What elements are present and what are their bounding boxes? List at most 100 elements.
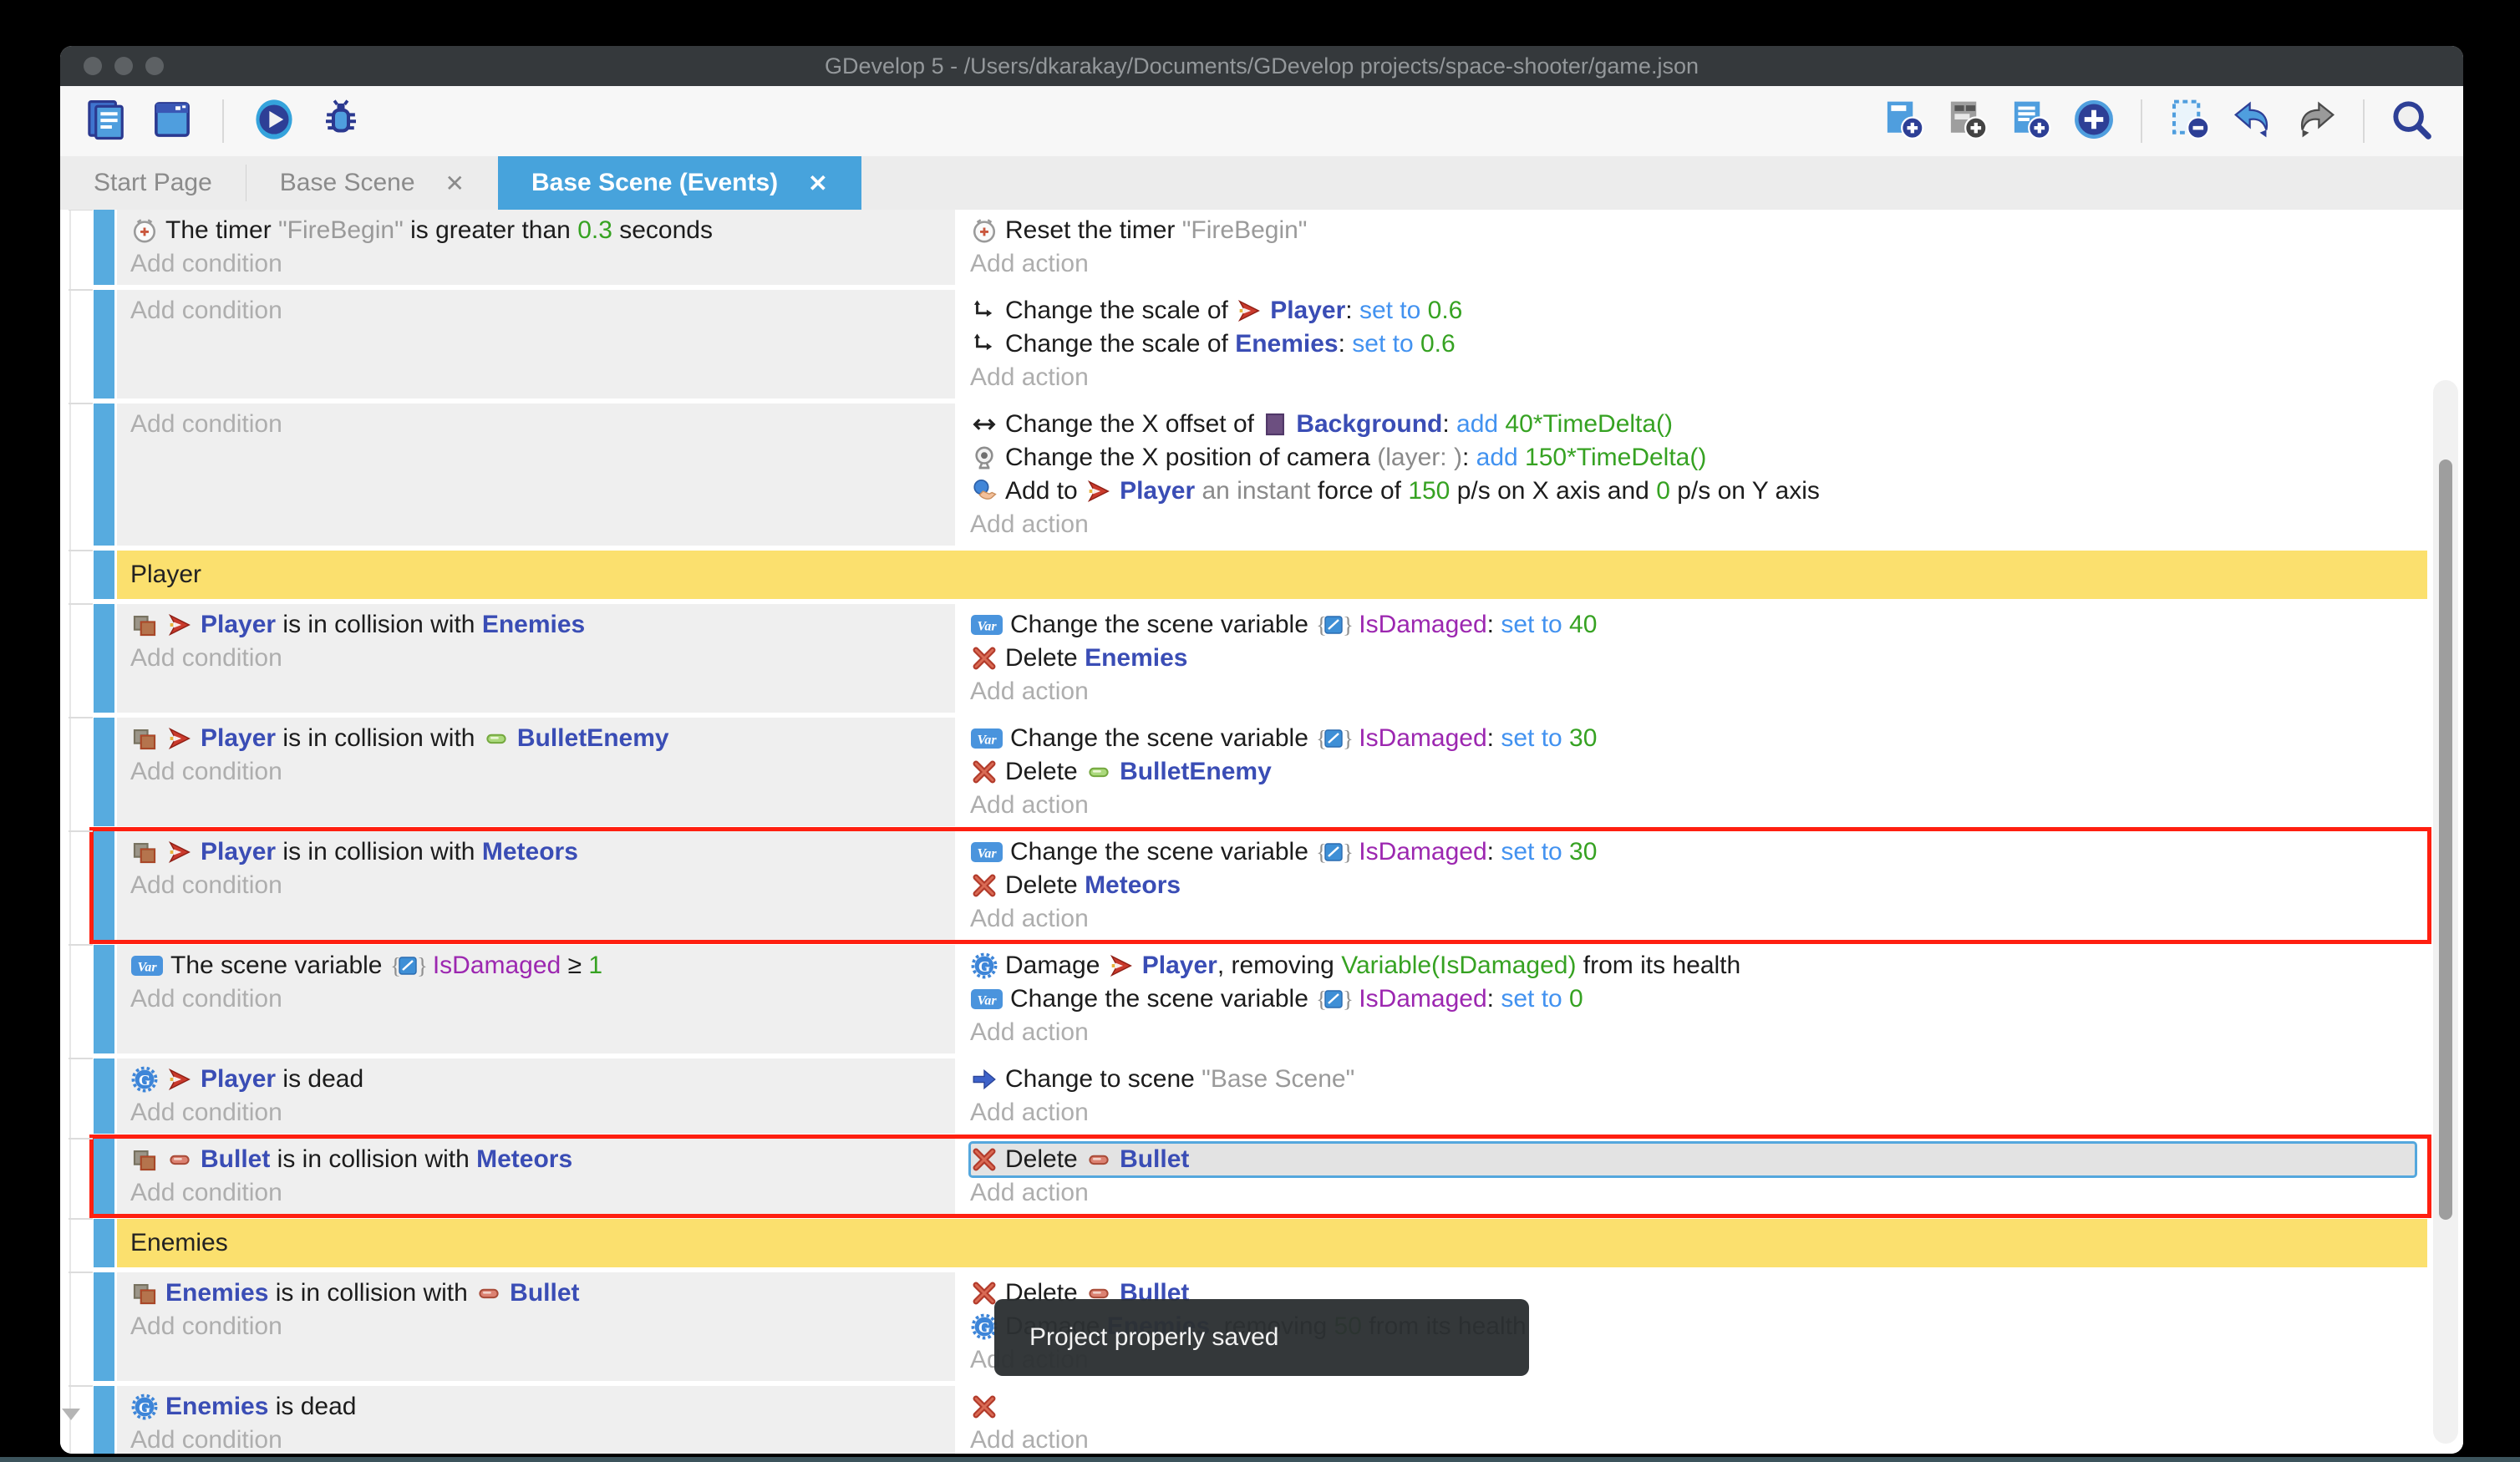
event-row[interactable]: GEnemies is deadAdd condition Add action (94, 1386, 2427, 1454)
action-line[interactable]: VarChange the scene variable {}IsDamaged… (970, 608, 2427, 642)
text-segment: Meteors (1085, 871, 1181, 900)
event-drag-handle[interactable] (94, 1139, 114, 1214)
condition-line[interactable]: Player is in collision with Meteors (130, 835, 955, 869)
svg-text:}: } (1343, 987, 1352, 1012)
action-line[interactable]: Change the scale of Enemies: set to 0.6 (970, 327, 2427, 361)
action-line[interactable]: Change the X offset of Background: add 4… (970, 408, 2427, 441)
add-event-button[interactable] (1880, 98, 1927, 145)
debug-button[interactable] (318, 98, 364, 145)
add-action[interactable]: Add action (970, 247, 2427, 281)
event-drag-handle[interactable] (94, 290, 114, 398)
action-line[interactable]: GDamage Player, removing Variable(IsDama… (970, 949, 2427, 982)
add-condition[interactable]: Add condition (130, 247, 955, 281)
event-drag-handle[interactable] (94, 831, 114, 940)
condition-line[interactable]: GEnemies is dead (130, 1390, 955, 1424)
action-line[interactable]: VarChange the scene variable {}IsDamaged… (970, 722, 2427, 755)
add-action[interactable]: Add action (970, 361, 2427, 394)
add-condition[interactable]: Add condition (130, 294, 955, 327)
event-row[interactable]: GPlayer is deadAdd condition Change to sc… (94, 1058, 2427, 1134)
event-row[interactable]: The timer "FireBegin" is greater than 0.… (94, 210, 2427, 285)
event-drag-handle[interactable] (94, 551, 114, 599)
fold-arrow-icon[interactable] (62, 1409, 80, 1420)
add-condition[interactable]: Add condition (130, 408, 955, 441)
play-button[interactable] (251, 98, 297, 145)
action-line[interactable]: Delete Meteors (970, 869, 2427, 902)
tab-base-scene[interactable]: Base Scene ✕ (246, 156, 498, 210)
tab-start-page[interactable]: Start Page (60, 156, 246, 210)
action-line[interactable]: Delete Bullet (970, 1143, 2416, 1176)
redo-button[interactable] (2293, 98, 2340, 145)
add-condition[interactable]: Add condition (130, 1096, 955, 1129)
event-drag-handle[interactable] (94, 1272, 114, 1381)
condition-line[interactable]: Player is in collision with BulletEnemy (130, 722, 955, 755)
action-line[interactable]: Reset the timer "FireBegin" (970, 214, 2427, 247)
event-drag-handle[interactable] (94, 1058, 114, 1134)
event-drag-handle[interactable] (94, 718, 114, 826)
condition-line[interactable]: The timer "FireBegin" is greater than 0.… (130, 214, 955, 247)
add-condition[interactable]: Add condition (130, 1424, 955, 1454)
add-action[interactable]: Add action (970, 1424, 2427, 1454)
placeholder-label: Add action (970, 250, 1089, 278)
tab-base-scene-events[interactable]: Base Scene (Events) ✕ (498, 156, 861, 210)
action-line[interactable]: Add to Player an instant force of 150 p/… (970, 475, 2427, 508)
event-drag-handle[interactable] (94, 1386, 114, 1454)
search-button[interactable] (2388, 98, 2435, 145)
action-line[interactable]: Delete Enemies (970, 642, 2427, 675)
action-line[interactable]: VarChange the scene variable {}IsDamaged… (970, 835, 2427, 869)
event-row[interactable]: Add condition Change the X offset of Back… (94, 404, 2427, 546)
undo-button[interactable] (2229, 98, 2276, 145)
event-drag-handle[interactable] (94, 945, 114, 1053)
add-condition[interactable]: Add condition (130, 642, 955, 675)
minimize-button[interactable] (114, 57, 133, 75)
close-button[interactable] (84, 57, 102, 75)
action-line[interactable]: Change the X position of camera (layer: … (970, 441, 2427, 475)
add-condition[interactable]: Add condition (130, 1310, 955, 1343)
event-drag-handle[interactable] (94, 210, 114, 285)
close-icon[interactable]: ✕ (445, 170, 465, 197)
action-line[interactable]: VarChange the scene variable {}IsDamaged… (970, 982, 2427, 1016)
add-action[interactable]: Add action (970, 675, 2427, 708)
group-row[interactable]: Player (94, 551, 2427, 599)
condition-line[interactable]: VarThe scene variable {}IsDamaged ≥ 1 (130, 949, 955, 982)
zoom-button[interactable] (145, 57, 164, 75)
condition-line[interactable]: Bullet is in collision with Meteors (130, 1143, 955, 1176)
event-drag-handle[interactable] (94, 1219, 114, 1267)
add-condition[interactable]: Add condition (130, 982, 955, 1016)
add-action[interactable]: Add action (970, 789, 2427, 822)
scrollbar-thumb[interactable] (2439, 459, 2452, 1220)
condition-line[interactable]: GPlayer is dead (130, 1063, 955, 1096)
event-row[interactable]: Player is in collision with EnemiesAdd c… (94, 604, 2427, 713)
event-row[interactable]: Player is in collision with BulletEnemyA… (94, 718, 2427, 826)
add-condition[interactable]: Add condition (130, 755, 955, 789)
action-line[interactable] (970, 1390, 2427, 1424)
group-row[interactable]: Enemies (94, 1219, 2427, 1267)
event-drag-handle[interactable] (94, 604, 114, 713)
project-manager-button[interactable] (82, 98, 129, 145)
event-row[interactable]: Add condition Change the scale of Player:… (94, 290, 2427, 398)
event-row[interactable]: Bullet is in collision with MeteorsAdd c… (94, 1139, 2427, 1214)
delete-event-button[interactable] (2166, 98, 2213, 145)
action-line[interactable]: Delete BulletEnemy (970, 755, 2427, 789)
add-condition[interactable]: Add condition (130, 1176, 955, 1210)
add-comment-button[interactable] (1943, 98, 1990, 145)
placeholder-label: Add action (970, 1426, 1089, 1454)
action-line[interactable]: Change to scene "Base Scene" (970, 1063, 2427, 1096)
add-action[interactable]: Add action (970, 508, 2427, 541)
add-action[interactable]: Add action (970, 1176, 2427, 1210)
condition-line[interactable]: Enemies is in collision with Bullet (130, 1277, 955, 1310)
event-row[interactable]: VarThe scene variable {}IsDamaged ≥ 1Add… (94, 945, 2427, 1053)
scene-editor-button[interactable] (149, 98, 196, 145)
close-icon[interactable]: ✕ (808, 170, 827, 197)
add-action[interactable]: Add action (970, 1016, 2427, 1049)
event-drag-handle[interactable] (94, 404, 114, 546)
add-action[interactable]: Add action (970, 1096, 2427, 1129)
add-condition[interactable]: Add condition (130, 869, 955, 902)
action-line[interactable]: Change the scale of Player: set to 0.6 (970, 294, 2427, 327)
add-circle-button[interactable] (2070, 98, 2117, 145)
add-action[interactable]: Add action (970, 902, 2427, 936)
condition-line[interactable]: Player is in collision with Enemies (130, 608, 955, 642)
text-segment: is in collision with (276, 724, 482, 753)
event-row[interactable]: Player is in collision with MeteorsAdd c… (94, 831, 2427, 940)
text-segment: 0.3 (577, 216, 612, 245)
add-subevent-button[interactable] (2007, 98, 2054, 145)
